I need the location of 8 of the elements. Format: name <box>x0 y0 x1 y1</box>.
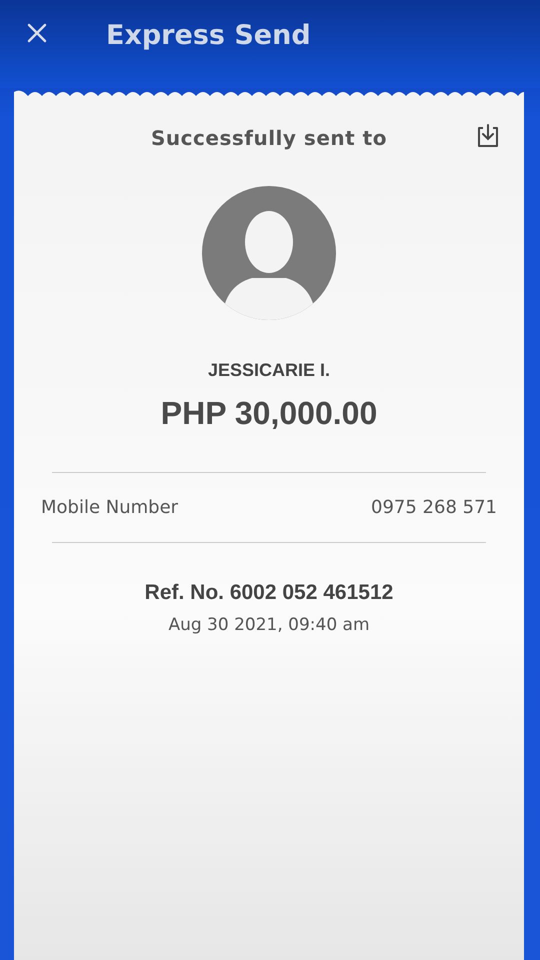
amount: PHP 30,000.00 <box>160 395 378 432</box>
transaction-date: Aug 30 2021, 09:40 am <box>168 615 370 635</box>
reference-number: Ref. No. 6002 052 461512 <box>144 581 394 605</box>
receipt-heading: Successfully sent to <box>151 126 387 150</box>
screen-title: Express Send <box>106 20 311 51</box>
recipient-name: JESSICARIE I. <box>208 360 330 381</box>
detail-value: 0975 268 571 <box>371 497 497 518</box>
detail-label: Mobile Number <box>41 497 178 518</box>
